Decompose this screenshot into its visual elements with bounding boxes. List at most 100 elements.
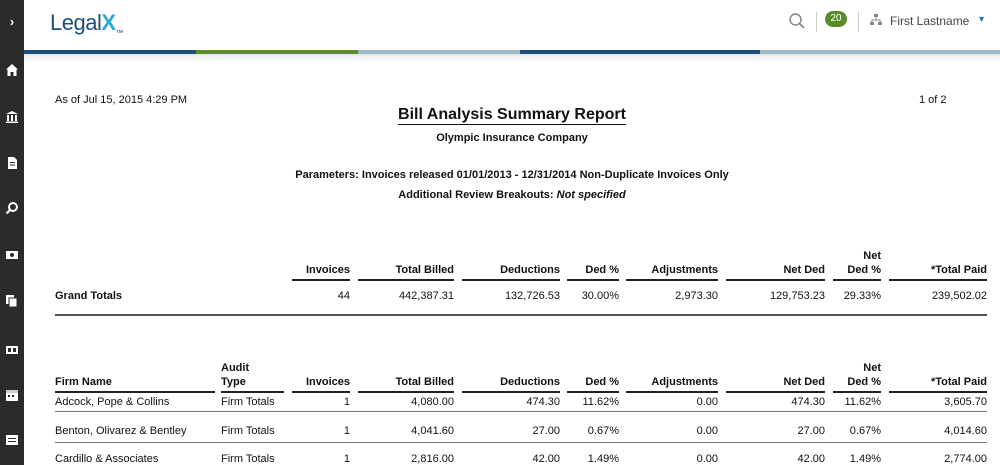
legalx-logo[interactable]: LegalX™ [50, 10, 124, 37]
header-underline [55, 391, 215, 393]
report-title: Bill Analysis Summary Report [398, 106, 626, 125]
cell-ded-pct: 0.67% [587, 425, 619, 437]
top-bar: LegalX™ 20 First Lastname ▾ [24, 0, 1000, 50]
card-icon[interactable] [5, 343, 19, 357]
header-underline [833, 391, 881, 393]
report-parameters: Parameters: Invoices released 01/01/2013… [295, 169, 729, 181]
header-underline [292, 279, 350, 281]
cell-firm-name: Cardillo & Associates [55, 453, 159, 465]
cell-total-billed: 4,080.00 [411, 396, 454, 408]
row-divider [55, 442, 987, 443]
col-audit-type-line2: Type [221, 376, 246, 388]
bank-icon[interactable] [5, 110, 19, 124]
divider [858, 12, 859, 32]
header-underline [889, 391, 987, 393]
header-underline [462, 391, 560, 393]
col-net-ded: Net Ded [783, 376, 825, 388]
cell-net-ded-pct: 29.33% [843, 290, 881, 302]
col-adjustments: Adjustments [651, 376, 718, 388]
cell-adjustments: 0.00 [696, 396, 718, 408]
header-underline [889, 279, 987, 281]
cell-ded-pct: 1.49% [587, 453, 619, 465]
cell-total-paid: 2,774.00 [944, 453, 987, 465]
cell-net-ded-pct: 0.67% [849, 425, 881, 437]
copy-icon[interactable] [5, 294, 19, 308]
header-underline [726, 279, 825, 281]
cell-net-ded: 27.00 [797, 425, 825, 437]
cell-total-paid: 3,605.70 [944, 396, 987, 408]
col-total-paid: *Total Paid [930, 264, 987, 276]
cell-invoices: 1 [343, 396, 350, 408]
report-company: Olympic Insurance Company [436, 132, 588, 144]
col-total-billed: Total Billed [395, 376, 454, 388]
header-underline [221, 391, 284, 393]
header-underline [833, 279, 881, 281]
cell-deductions: 27.00 [532, 425, 560, 437]
col-net-ded-pct-line2: Ded % [847, 264, 881, 276]
sidebar-toggle-button[interactable]: › [0, 12, 24, 32]
cell-ded-pct: 30.00% [581, 290, 619, 302]
cell-adjustments: 0.00 [696, 453, 718, 465]
divider [816, 12, 817, 32]
page-indicator: 1 of 2 [919, 94, 947, 106]
cell-firm-name: Benton, Olivarez & Bentley [55, 425, 187, 437]
user-menu[interactable]: First Lastname [890, 14, 969, 28]
row-divider [55, 411, 987, 412]
header-underline [726, 391, 825, 393]
cell-invoices: 44 [337, 290, 350, 302]
cell-net-ded-pct: 1.49% [849, 453, 881, 465]
grand-totals-label: Grand Totals [55, 290, 123, 302]
header-underline [358, 391, 454, 393]
col-total-paid: *Total Paid [930, 376, 987, 388]
header-underline [358, 279, 454, 281]
money-icon[interactable] [5, 248, 19, 262]
cell-deductions: 132,726.53 [504, 290, 560, 302]
col-adjustments: Adjustments [651, 264, 718, 276]
col-net-ded-pct-line1: Net [863, 250, 881, 262]
col-deductions: Deductions [500, 376, 560, 388]
col-net-ded-pct-line2: Ded % [847, 376, 881, 388]
cell-net-ded: 129,753.23 [769, 290, 825, 302]
search-icon[interactable] [788, 12, 806, 30]
col-audit-type-line1: Audit [221, 362, 250, 374]
cell-total-billed: 2,816.00 [411, 453, 454, 465]
cell-net-ded: 42.00 [797, 453, 825, 465]
cell-audit-type: Firm Totals [221, 396, 275, 408]
search-doc-icon[interactable] [5, 201, 19, 215]
cell-adjustments: 2,973.30 [675, 290, 718, 302]
cell-invoices: 1 [343, 453, 350, 465]
org-chart-icon [869, 13, 883, 27]
chevron-down-icon[interactable]: ▾ [979, 14, 984, 25]
col-ded-pct: Ded % [585, 264, 619, 276]
table-icon[interactable] [5, 433, 19, 447]
cell-ded-pct: 11.62% [582, 396, 620, 408]
document-icon[interactable] [5, 156, 19, 170]
cell-deductions: 474.30 [526, 396, 560, 408]
cell-invoices: 1 [343, 425, 350, 437]
cell-total-paid: 239,502.02 [931, 290, 987, 302]
col-firm-name: Firm Name [55, 376, 112, 388]
cell-total-billed: 442,387.31 [398, 290, 454, 302]
col-net-ded-pct-line1: Net [863, 362, 881, 374]
col-invoices: Invoices [305, 376, 350, 388]
header-shadow [24, 54, 1000, 62]
header-underline [292, 391, 350, 393]
cell-audit-type: Firm Totals [221, 453, 275, 465]
cell-firm-name: Adcock, Pope & Collins [55, 396, 170, 408]
sidebar: › [0, 0, 24, 465]
cell-audit-type: Firm Totals [221, 425, 275, 437]
calendar-icon[interactable] [5, 388, 19, 402]
notification-badge[interactable]: 20 [825, 11, 847, 27]
cell-total-paid: 4,014.60 [944, 425, 987, 437]
cell-deductions: 42.00 [532, 453, 560, 465]
col-total-billed: Total Billed [395, 264, 454, 276]
col-invoices: Invoices [305, 264, 350, 276]
col-net-ded: Net Ded [783, 264, 825, 276]
header-underline [462, 279, 560, 281]
cell-net-ded-pct: 11.62% [844, 396, 882, 408]
header-underline [626, 391, 718, 393]
report-breakouts: Additional Review Breakouts: Not specifi… [398, 189, 626, 201]
header-underline [567, 391, 619, 393]
home-icon[interactable] [5, 63, 19, 77]
col-deductions: Deductions [500, 264, 560, 276]
